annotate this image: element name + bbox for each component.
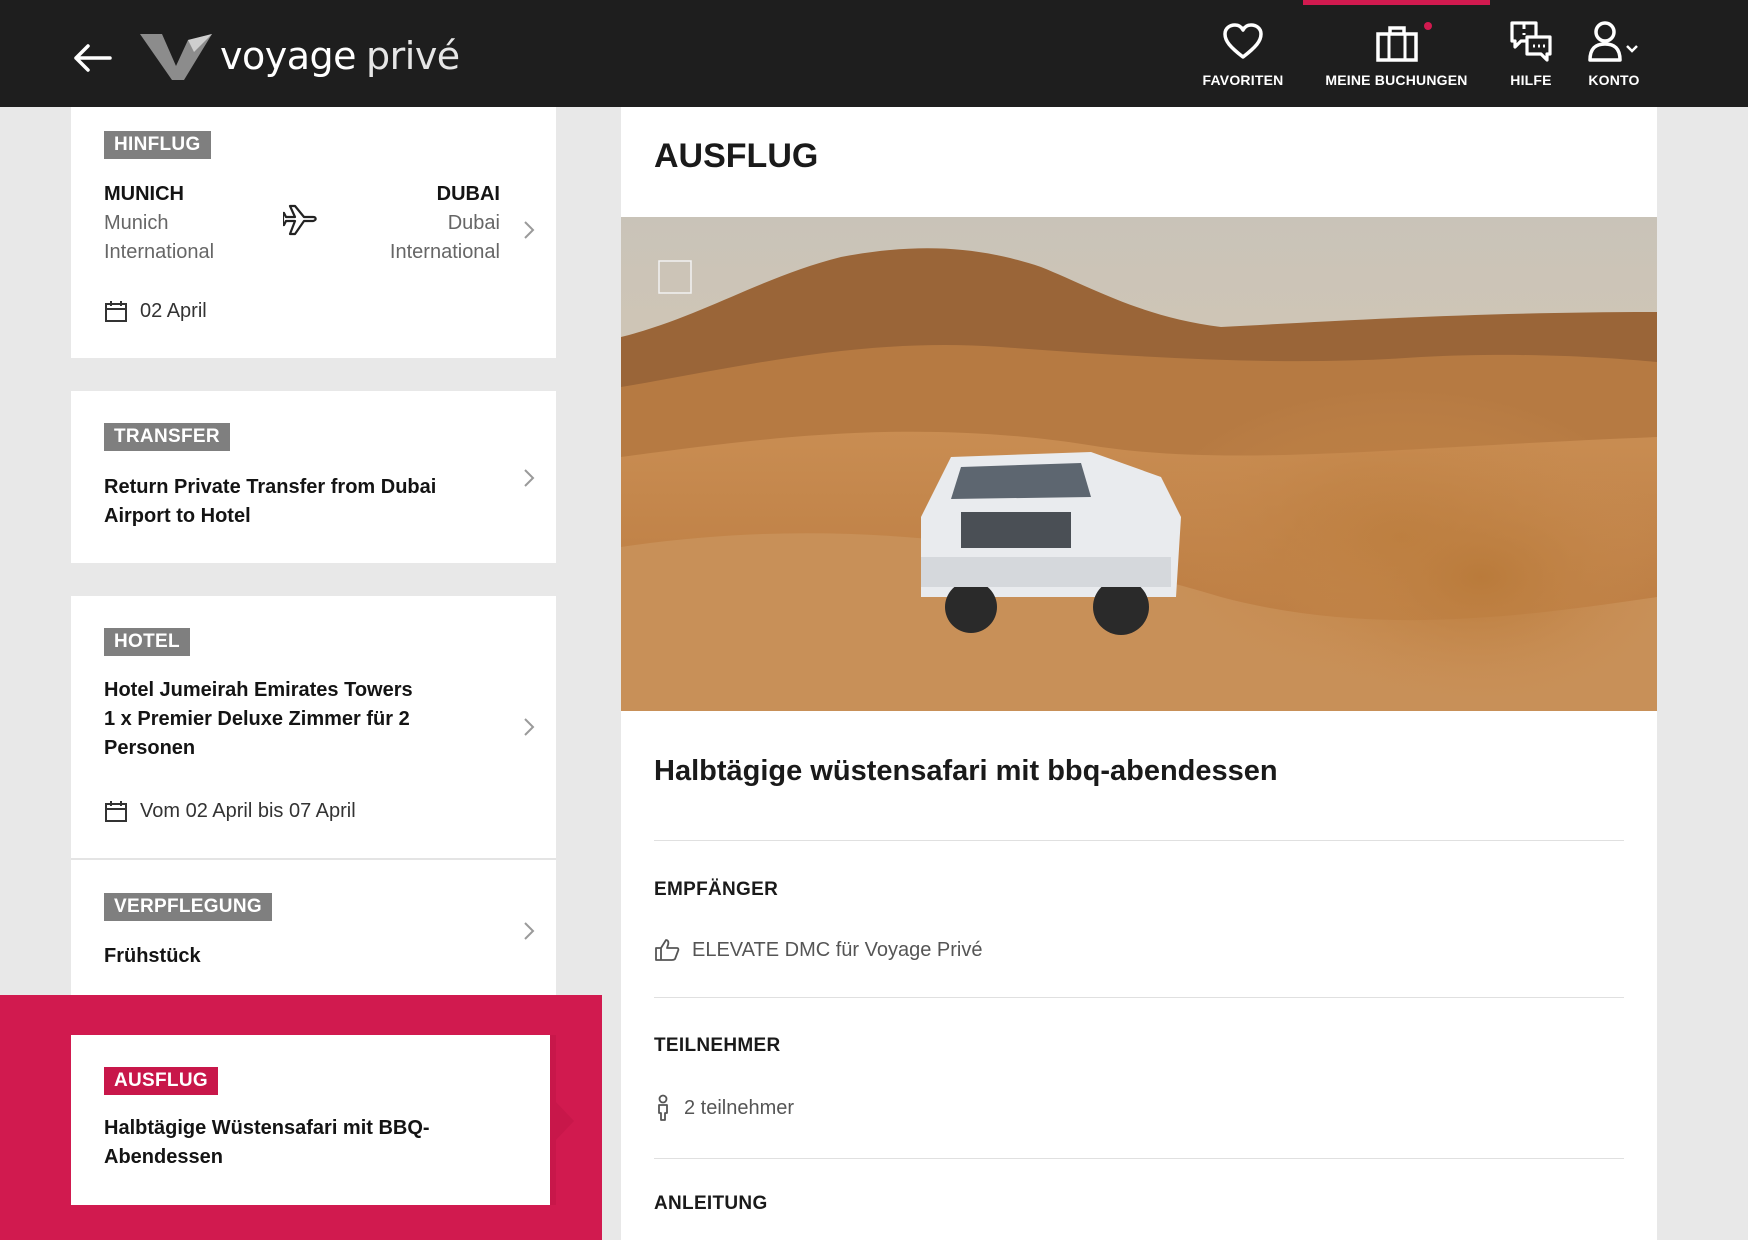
chevron-right-icon (524, 718, 535, 736)
nav-my-bookings[interactable]: MEINE BUCHUNGEN (1303, 0, 1490, 107)
voyage-prive-logo[interactable]: voyage privé (138, 30, 460, 82)
chevron-right-icon (524, 922, 535, 940)
user-account-icon (1588, 21, 1638, 62)
section-divider (654, 1158, 1624, 1159)
nav-favorites-label: FAVORITEN (1202, 72, 1284, 88)
selected-pointer-icon (554, 1100, 574, 1142)
chevron-right-icon (524, 221, 535, 239)
nav-my-bookings-label: MEINE BUCHUNGEN (1325, 72, 1468, 88)
calendar-icon (105, 801, 127, 822)
transfer-card[interactable]: TRANSFER Return Private Transfer from Du… (71, 391, 556, 563)
desert-jeep-image (621, 217, 1657, 711)
thumbs-up-icon (655, 939, 680, 961)
nav-account[interactable]: KONTO (1578, 0, 1650, 107)
participants-value: 2 teilnehmer (684, 1096, 795, 1119)
transfer-line1: Return Private Transfer from Dubai (104, 476, 437, 498)
nav-help-label: HILFE (1510, 72, 1552, 88)
arrival-city: DUBAI (436, 183, 500, 205)
detail-title: AUSFLUG (654, 137, 819, 175)
desert-safari-photo[interactable] (621, 217, 1657, 711)
nav-help[interactable]: HILFE (1500, 0, 1562, 107)
airplane-icon (283, 204, 317, 236)
logo-v-mark-icon (140, 34, 212, 80)
outbound-tag: HINFLUG (104, 131, 211, 159)
arrival-airport-line2: International (389, 241, 500, 263)
heart-icon (1223, 23, 1263, 59)
transfer-line2: Airport to Hotel (104, 505, 251, 527)
excursion-line2: Abendessen (104, 1146, 223, 1168)
section-divider (654, 840, 1624, 841)
nav-favorites[interactable]: FAVORITEN (1190, 0, 1296, 107)
meals-tag: VERPFLEGUNG (104, 893, 272, 921)
hotel-card[interactable]: HOTEL Hotel Jumeirah Emirates Towers 1 x… (71, 596, 556, 858)
excursion-line1: Halbtägige Wüstensafari mit BBQ- (104, 1117, 430, 1139)
suitcase-icon (1375, 26, 1418, 62)
hotel-room-cont: Personen (104, 737, 196, 759)
meals-card[interactable]: VERPFLEGUNG Frühstück (71, 860, 556, 995)
meals-value: Frühstück (104, 945, 201, 967)
hotel-dates: Vom 02 April bis 07 April (140, 799, 356, 822)
chat-bubbles-icon (1510, 21, 1552, 62)
departure-city: MUNICH (104, 183, 184, 205)
participants-heading: TEILNEHMER (654, 1035, 781, 1056)
excursion-name: Halbtägige wüstensafari mit bbq-abendess… (654, 755, 1278, 787)
transfer-tag: TRANSFER (104, 423, 230, 451)
hotel-tag: HOTEL (104, 628, 190, 656)
outbound-flight-card[interactable]: HINFLUG MUNICH Munich International DUBA… (71, 107, 556, 358)
arrival-airport-line1: Dubai (447, 212, 500, 234)
image-placeholder-icon (658, 260, 692, 294)
chevron-right-icon (524, 469, 535, 487)
instructions-heading: ANLEITUNG (654, 1193, 768, 1214)
recipient-heading: EMPFÄNGER (654, 879, 779, 900)
outbound-date: 02 April (140, 299, 207, 322)
top-navigation-bar: voyage privé FAVORITEN MEINE BUCHUNGEN HI… (0, 0, 1748, 107)
excursion-detail-panel: AUSFLUG Halbtägige wüstensafari mit bbq-… (621, 107, 1657, 1240)
logo-text-light: privé (366, 34, 460, 78)
recipient-value: ELEVATE DMC für Voyage Privé (692, 938, 983, 961)
person-icon (658, 1094, 668, 1121)
excursion-card-selected[interactable]: AUSFLUG Halbtägige Wüstensafari mit BBQ-… (71, 1035, 555, 1205)
back-arrow-icon[interactable] (70, 38, 114, 78)
departure-airport-line2: International (104, 241, 215, 263)
excursion-tag: AUSFLUG (104, 1067, 218, 1095)
calendar-icon (105, 301, 127, 322)
nav-account-label: KONTO (1588, 72, 1640, 88)
hotel-name: Hotel Jumeirah Emirates Towers (104, 679, 413, 701)
logo-text-bold: voyage (220, 34, 357, 78)
section-divider (654, 997, 1624, 998)
notification-dot (1424, 22, 1432, 30)
hotel-room: 1 x Premier Deluxe Zimmer für 2 (104, 708, 410, 730)
departure-airport-line1: Munich (104, 212, 169, 234)
